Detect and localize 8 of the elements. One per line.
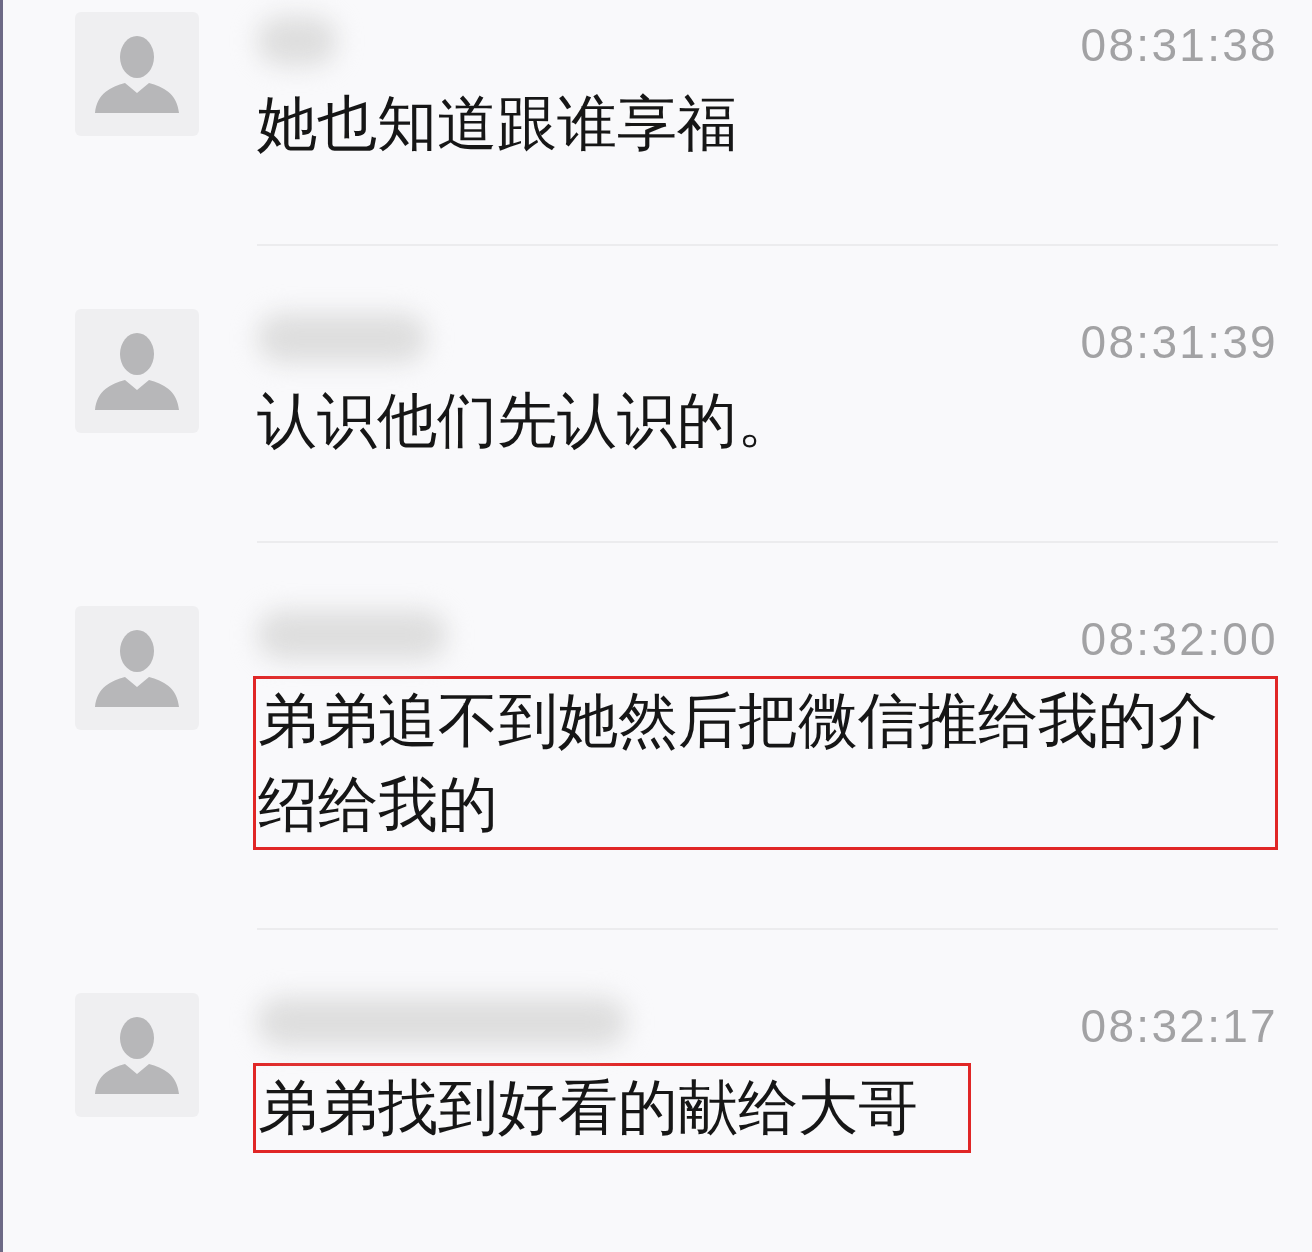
message-text: 弟弟追不到她然后把微信推给我的介绍给我的 [258,686,1219,840]
message-time: 08:32:17 [1080,999,1278,1054]
message-time: 08:32:00 [1080,612,1278,667]
message-text: 认识他们先认识的。 [257,386,797,456]
message-text: 她也知道跟谁享福 [257,89,737,159]
message-time: 08:31:39 [1080,315,1278,370]
message-time: 08:31:38 [1080,18,1278,73]
message-text: 弟弟找到好看的献给大哥 [258,1073,918,1143]
